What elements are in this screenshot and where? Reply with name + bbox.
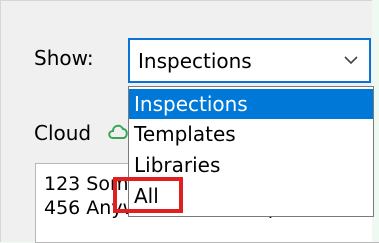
option-inspections[interactable]: Inspections (129, 89, 373, 119)
option-templates[interactable]: Templates (129, 119, 373, 149)
cloud-icon[interactable] (107, 118, 129, 144)
cloud-label: Cloud (34, 121, 92, 145)
show-select[interactable]: Inspections (128, 38, 371, 83)
show-select-value: Inspections (138, 49, 252, 73)
show-label: Show: (34, 46, 94, 70)
annotation-highlight-box (113, 177, 183, 213)
chevron-down-icon (344, 56, 358, 65)
options-panel: Show: Inspections Cloud 123 Some Street.… (0, 0, 379, 243)
option-libraries[interactable]: Libraries (129, 150, 373, 180)
